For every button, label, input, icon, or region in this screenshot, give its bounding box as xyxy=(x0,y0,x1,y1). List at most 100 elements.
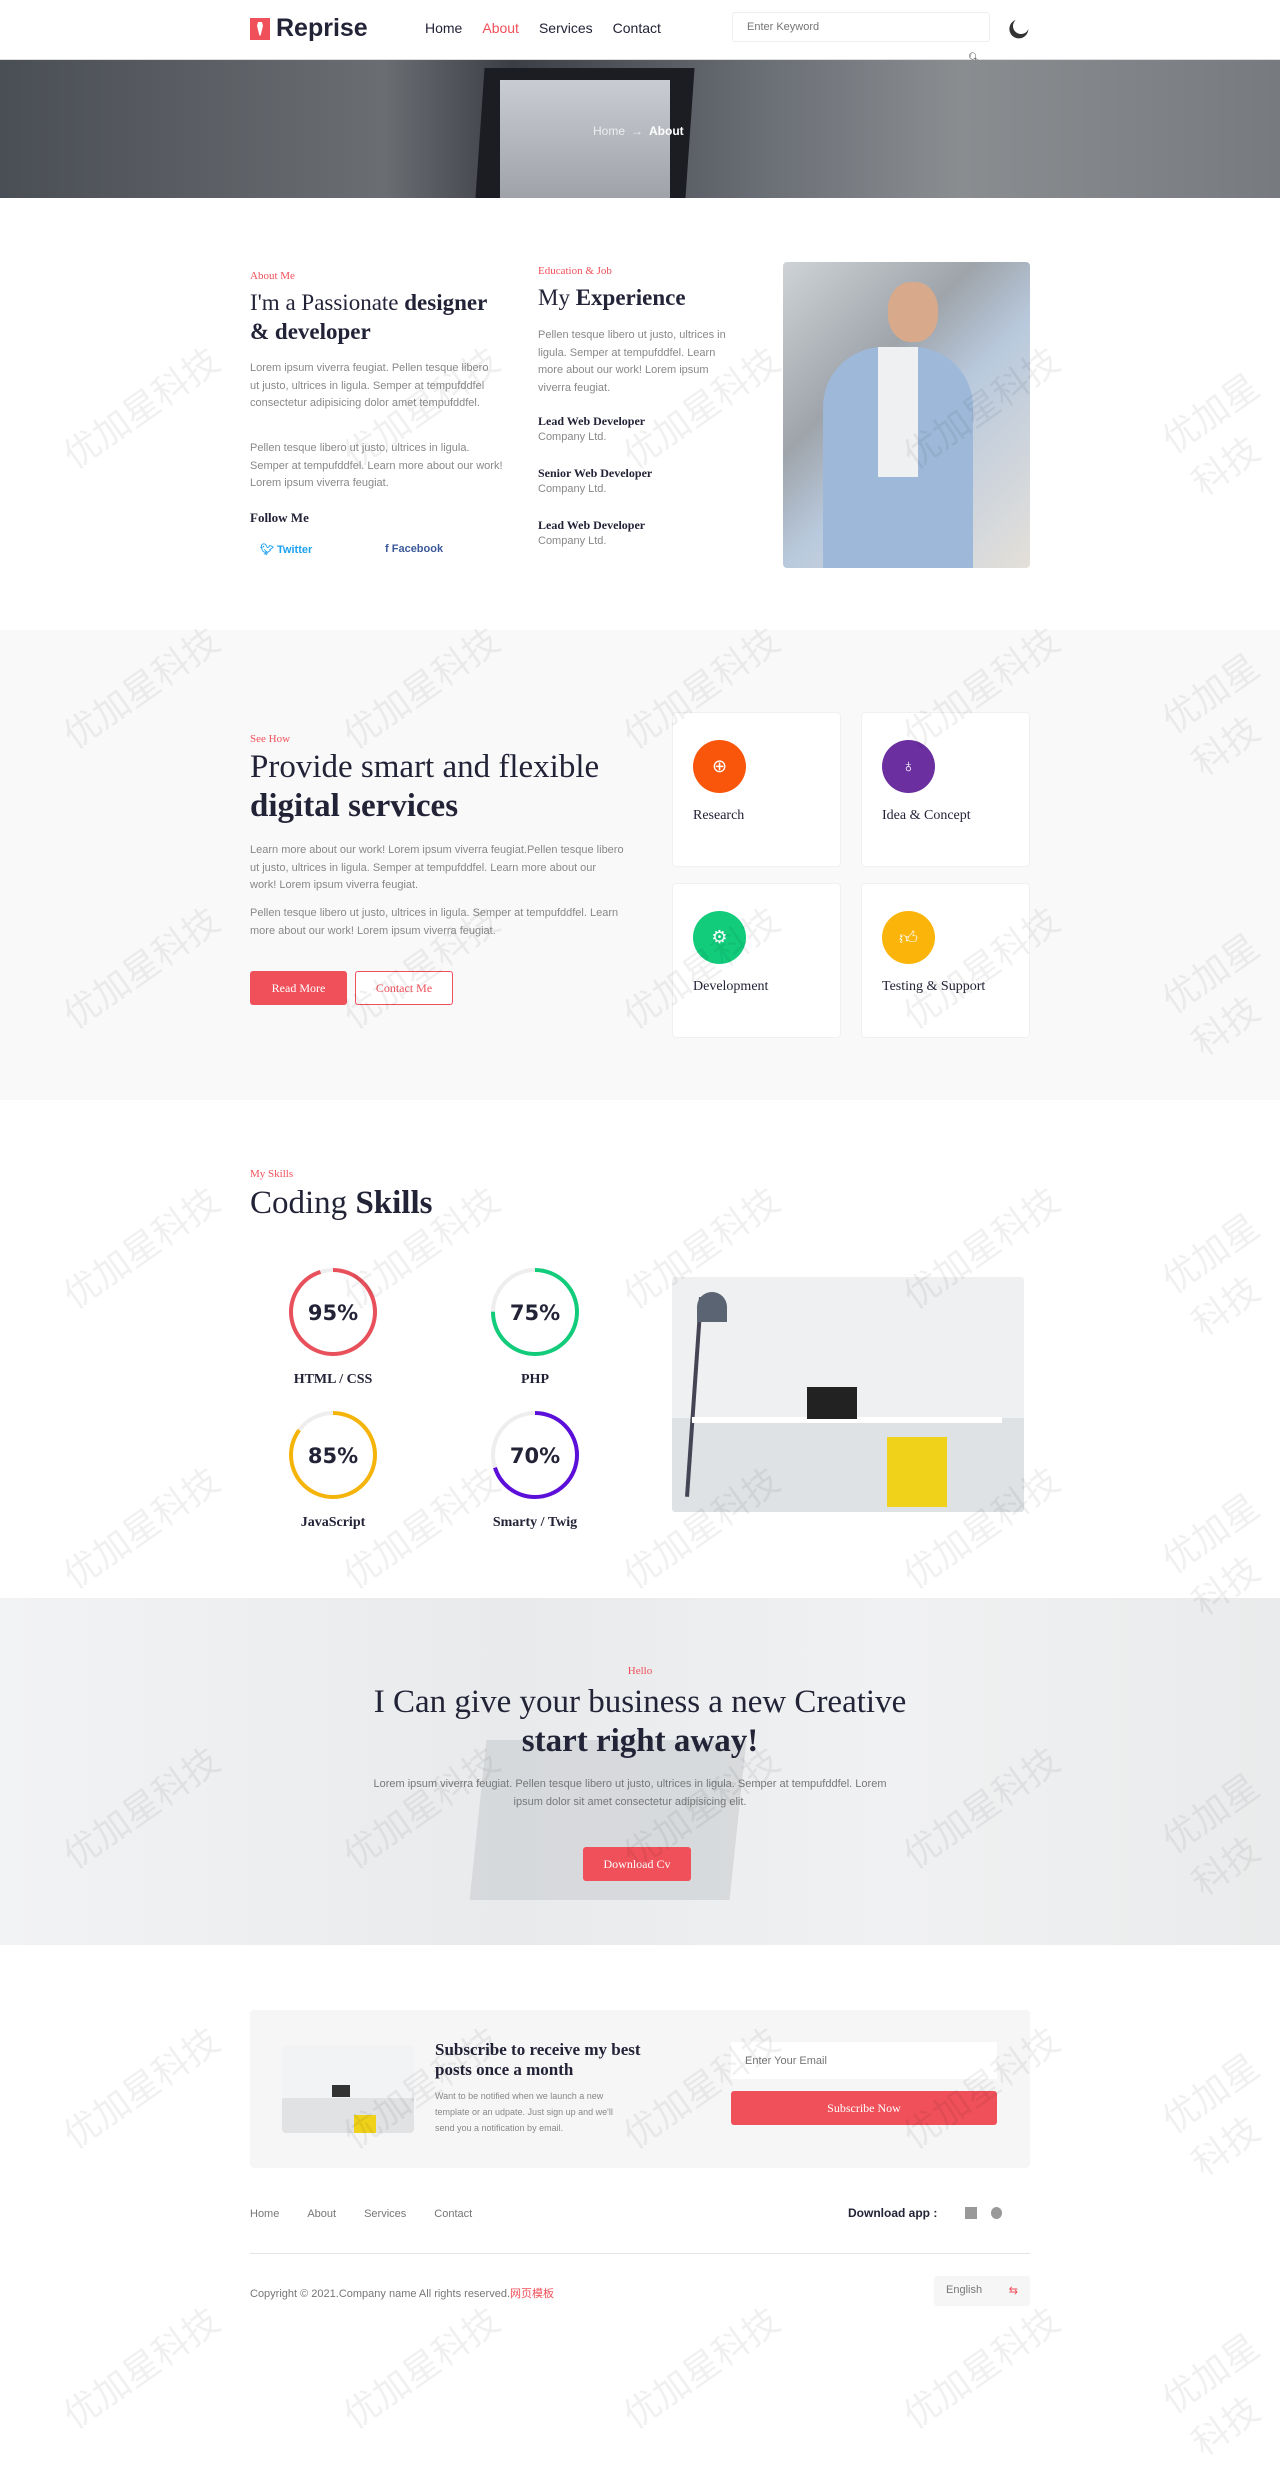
thumbs-up-icon: 👍︎ xyxy=(882,911,935,964)
copyright-text: Copyright © 2021.Company name All rights… xyxy=(250,2288,511,2300)
email-input[interactable] xyxy=(731,2042,997,2079)
language-value: English xyxy=(946,2284,983,2296)
job-company: Company Ltd. xyxy=(538,431,607,443)
nav-home[interactable]: Home xyxy=(425,20,462,36)
language-icon: ⇆ xyxy=(1008,2285,1018,2297)
service-title: Development xyxy=(693,979,769,994)
twitter-icon: 🐦︎ xyxy=(260,544,278,556)
download-app-label: Download app : xyxy=(848,2206,938,2220)
services-title: Provide smart and flexible digital servic… xyxy=(250,748,630,826)
service-card-testing[interactable]: 👍︎ Testing & Support xyxy=(861,883,1030,1038)
skill-1: 75% PHP xyxy=(480,1262,590,1388)
nav-about[interactable]: About xyxy=(482,20,519,36)
skill-label: HTML / CSS xyxy=(293,1372,373,1387)
title-light: Provide smart and flexible xyxy=(250,749,600,785)
skill-3: 70% Smarty / Twig xyxy=(480,1405,590,1531)
skills-subtitle: My Skills xyxy=(250,1168,294,1180)
search-plus-icon: ⊕ xyxy=(693,740,746,793)
facebook-label: Facebook xyxy=(391,543,444,555)
footer-nav: Home About Services Contact xyxy=(250,2208,472,2220)
watermark: 优加星科技 xyxy=(1155,2046,1268,2185)
about-title: I'm a Passionate designer & developer xyxy=(250,288,510,346)
services-section xyxy=(0,630,1280,1100)
subscribe-now-button[interactable]: Subscribe Now xyxy=(731,2091,997,2125)
watermark: 优加星科技 xyxy=(336,2300,508,2438)
services-subtitle: See How xyxy=(250,733,291,745)
facebook-link[interactable]: f Facebook xyxy=(385,543,443,555)
language-select[interactable]: English ⇆ xyxy=(934,2276,1030,2306)
watermark: 优加星科技 xyxy=(1155,366,1268,505)
contact-me-button[interactable]: Contact Me xyxy=(355,971,453,1005)
footer-nav-about[interactable]: About xyxy=(307,2208,336,2220)
nav-services[interactable]: Services xyxy=(539,20,593,36)
logo-icon xyxy=(250,17,270,40)
title-light: Coding xyxy=(250,1185,356,1221)
job-item: Lead Web Developer Company Ltd. xyxy=(538,414,645,447)
title-bold: Skills xyxy=(355,1185,433,1221)
title-light: I'm a Passionate xyxy=(250,290,405,315)
facebook-icon: f xyxy=(385,543,392,555)
download-cv-button[interactable]: Download Cv xyxy=(583,1847,691,1881)
job-item: Lead Web Developer Company Ltd. xyxy=(538,518,645,551)
job-title: Senior Web Developer xyxy=(538,466,653,480)
skill-progress-ring: 85% xyxy=(289,1411,377,1499)
skill-progress-ring: 95% xyxy=(289,1268,377,1356)
watermark: 优加星科技 xyxy=(56,340,228,478)
android-icon[interactable] xyxy=(991,2207,1003,2219)
skill-percent: 75% xyxy=(510,1301,560,1325)
job-item: Senior Web Developer Company Ltd. xyxy=(538,466,652,499)
about-paragraph-1: Lorem ipsum viverra feugiat. Pellen tesq… xyxy=(250,362,489,409)
service-title: Research xyxy=(693,808,745,823)
download-app: Download app : xyxy=(848,2206,1003,2220)
logo-text: Reprise xyxy=(276,14,368,42)
footer-nav-services[interactable]: Services xyxy=(364,2208,406,2220)
read-more-button[interactable]: Read More xyxy=(250,971,347,1005)
lightbulb-icon: ♁ xyxy=(882,740,935,793)
breadcrumb-home[interactable]: Home xyxy=(593,124,625,138)
twitter-link[interactable]: 🐦︎ Twitter xyxy=(260,543,312,556)
skill-progress-ring: 75% xyxy=(491,1268,579,1356)
breadcrumb: Home → About xyxy=(593,124,684,138)
logo[interactable]: Reprise xyxy=(250,14,368,43)
watermark: 优加星科技 xyxy=(56,1460,228,1598)
watermark: 优加星科技 xyxy=(896,2300,1068,2438)
watermark: 优加星科技 xyxy=(56,1180,228,1318)
watermark: 优加星科技 xyxy=(616,2300,788,2438)
cta-title: I Can give your business a new Creative s… xyxy=(0,1683,1280,1761)
footer-nav-contact[interactable]: Contact xyxy=(434,2208,472,2220)
watermark: 优加星科技 xyxy=(56,2300,228,2438)
title-bold: start right away! xyxy=(521,1723,759,1759)
job-title: Lead Web Developer xyxy=(538,518,646,532)
job-title: Lead Web Developer xyxy=(538,414,646,428)
windows-icon[interactable] xyxy=(965,2207,978,2219)
arrow-right-icon: → xyxy=(631,124,644,138)
title-bold: Experience xyxy=(575,285,686,310)
search-input[interactable] xyxy=(732,12,990,42)
subscribe-image xyxy=(282,2045,414,2133)
subscribe-paragraph: Want to be notified when we launch a new… xyxy=(435,2091,613,2133)
title-light: My xyxy=(538,285,576,310)
footer-nav-home[interactable]: Home xyxy=(250,2208,279,2220)
cta-paragraph: Lorem ipsum viverra feugiat. Pellen tesq… xyxy=(373,1778,887,1808)
profile-photo xyxy=(783,262,1030,568)
skill-progress-ring: 70% xyxy=(491,1411,579,1499)
nav-contact[interactable]: Contact xyxy=(613,20,661,36)
cta-subtitle: Hello xyxy=(627,1665,653,1677)
about-paragraph-2: Pellen tesque libero ut justo, ultrices … xyxy=(250,442,503,489)
services-paragraph-1: Learn more about our work! Lorem ipsum v… xyxy=(250,844,624,891)
skill-label: Smarty / Twig xyxy=(492,1515,578,1530)
title-bold: digital services xyxy=(250,788,459,824)
skill-label: PHP xyxy=(521,1372,549,1387)
service-card-research[interactable]: ⊕ Research xyxy=(672,712,841,867)
skill-2: 85% JavaScript xyxy=(278,1405,388,1531)
service-card-idea[interactable]: ♁ Idea & Concept xyxy=(861,712,1030,867)
follow-me-heading: Follow Me xyxy=(250,510,309,525)
twitter-label: Twitter xyxy=(277,544,313,556)
service-card-development[interactable]: ⚙ Development xyxy=(672,883,841,1038)
job-company: Company Ltd. xyxy=(538,535,607,547)
title-light: I Can give your business a new Creative xyxy=(373,1684,907,1720)
main-nav: Home About Services Contact xyxy=(425,20,661,36)
skill-percent: 85% xyxy=(308,1444,358,1468)
experience-subtitle: Education & Job xyxy=(538,265,612,277)
copyright-link[interactable]: 网页模板 xyxy=(510,2288,554,2300)
